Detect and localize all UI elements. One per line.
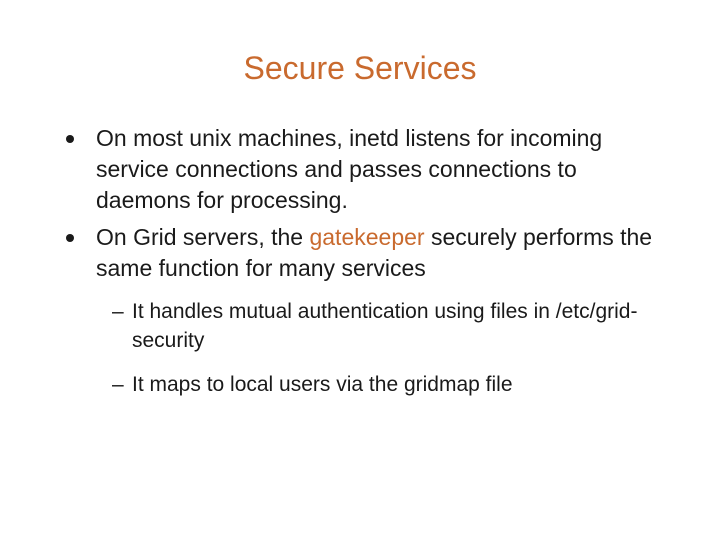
bullet-text-prefix: On Grid servers, the <box>96 224 309 250</box>
sub-item-text: It maps to local users via the gridmap f… <box>132 373 513 396</box>
bullet-item: On Grid servers, the gatekeeper securely… <box>66 222 670 284</box>
bullet-item: On most unix machines, inetd listens for… <box>66 123 670 216</box>
main-bullet-list: On most unix machines, inetd listens for… <box>50 123 670 284</box>
sub-bullet-list: It handles mutual authentication using f… <box>50 298 670 399</box>
slide-title: Secure Services <box>50 50 670 87</box>
sub-item-text: It handles mutual authentication using f… <box>132 300 637 351</box>
highlight-term: gatekeeper <box>309 224 424 250</box>
sub-item: It handles mutual authentication using f… <box>112 298 670 355</box>
sub-item: It maps to local users via the gridmap f… <box>112 371 670 399</box>
bullet-text: On most unix machines, inetd listens for… <box>96 125 602 213</box>
